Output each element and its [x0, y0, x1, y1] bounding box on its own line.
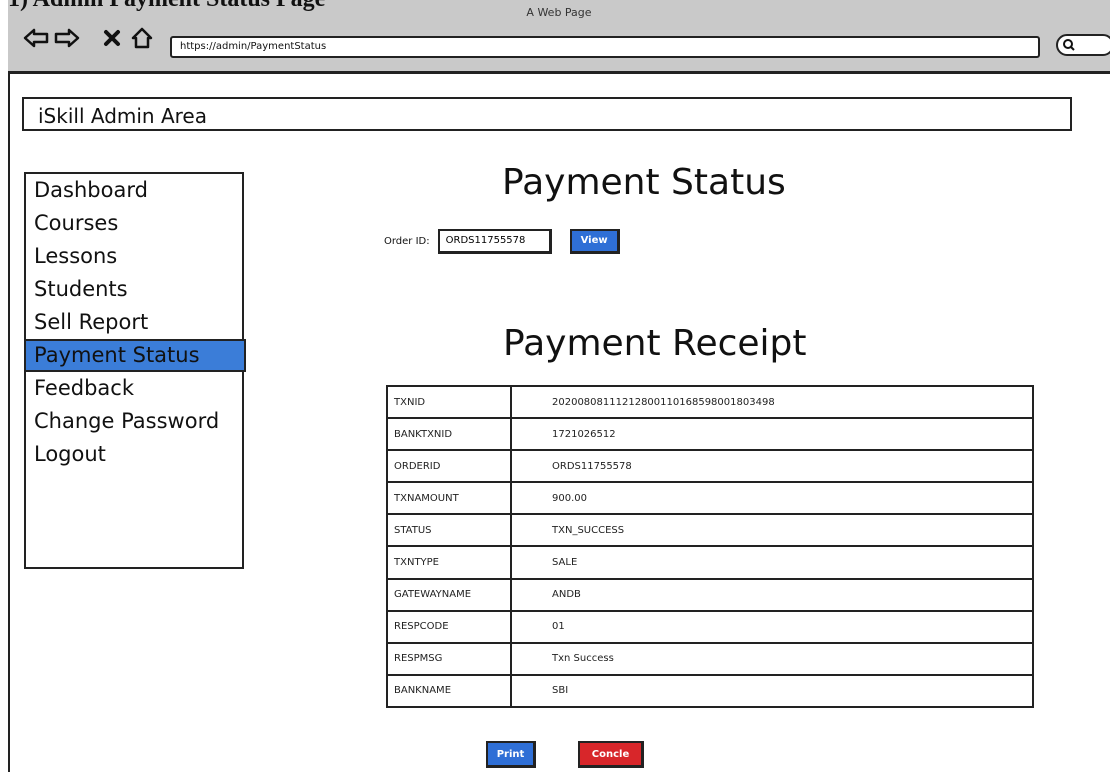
- sidebar-item-dashboard[interactable]: Dashboard: [26, 174, 242, 207]
- cancel-button[interactable]: Concle: [578, 741, 644, 768]
- receipt-key: GATEWAYNAME: [386, 577, 512, 612]
- print-button[interactable]: Print: [486, 741, 536, 768]
- sidebar-item-lessons[interactable]: Lessons: [26, 240, 242, 273]
- receipt-key: TXNID: [386, 384, 512, 420]
- table-row: GATEWAYNAME ANDB: [386, 577, 1034, 612]
- view-button[interactable]: View: [569, 228, 620, 254]
- sidebar-item-students[interactable]: Students: [26, 273, 242, 306]
- table-row: TXNID 20200808111212800110168598001803498: [386, 384, 1034, 420]
- receipt-key: STATUS: [386, 513, 512, 548]
- receipt-value: 900.00: [510, 481, 1034, 516]
- table-row: TXNTYPE SALE: [386, 545, 1034, 580]
- home-icon[interactable]: [130, 26, 154, 50]
- receipt-value: Txn Success: [510, 641, 1034, 676]
- url-bar[interactable]: https://admin/PaymentStatus: [170, 36, 1040, 58]
- receipt-key: TXNTYPE: [386, 545, 512, 580]
- payment-receipt-table: TXNID 20200808111212800110168598001803498…: [386, 384, 1034, 709]
- receipt-value: TXN_SUCCESS: [510, 513, 1034, 548]
- close-icon[interactable]: [102, 26, 122, 50]
- table-row: BANKTXNID 1721026512: [386, 417, 1034, 452]
- sidebar-item-courses[interactable]: Courses: [26, 207, 242, 240]
- table-row: BANKNAME SBI: [386, 673, 1034, 709]
- forward-arrow-icon[interactable]: [53, 26, 81, 50]
- sidebar-item-payment-status[interactable]: Payment Status: [24, 339, 246, 372]
- sidebar-item-logout[interactable]: Logout: [26, 438, 242, 471]
- receipt-key: RESPCODE: [386, 609, 512, 644]
- receipt-key: BANKNAME: [386, 673, 512, 709]
- order-id-input[interactable]: [437, 228, 552, 254]
- window-title: A Web Page: [526, 6, 592, 19]
- receipt-value: SALE: [510, 545, 1034, 580]
- receipt-value: 01: [510, 609, 1034, 644]
- receipt-value: ORDS11755578: [510, 449, 1034, 484]
- page-title: Payment Status: [502, 162, 786, 203]
- receipt-key: BANKTXNID: [386, 417, 512, 452]
- receipt-key: TXNAMOUNT: [386, 481, 512, 516]
- receipt-value: 1721026512: [510, 417, 1034, 452]
- table-row: TXNAMOUNT 900.00: [386, 481, 1034, 516]
- sidebar-item-change-password[interactable]: Change Password: [26, 405, 242, 438]
- receipt-value: 20200808111212800110168598001803498: [510, 384, 1034, 420]
- order-id-label: Order ID:: [384, 235, 430, 247]
- window-frame-edge: [8, 74, 10, 772]
- receipt-key: ORDERID: [386, 449, 512, 484]
- receipt-value: ANDB: [510, 577, 1034, 612]
- table-row: ORDERID ORDS11755578: [386, 449, 1034, 484]
- app-header: iSkill Admin Area: [22, 97, 1072, 131]
- table-row: STATUS TXN_SUCCESS: [386, 513, 1034, 548]
- order-search-row: Order ID: View: [384, 228, 620, 254]
- browser-chrome: 1) Admin Payment Status Page A Web Page …: [8, 0, 1110, 74]
- receipt-key: RESPMSG: [386, 641, 512, 676]
- app-title: iSkill Admin Area: [38, 104, 207, 128]
- back-arrow-icon[interactable]: [22, 26, 50, 50]
- receipt-value: SBI: [510, 673, 1034, 709]
- table-row: RESPCODE 01: [386, 609, 1034, 644]
- sidebar-item-sell-report[interactable]: Sell Report: [26, 306, 242, 339]
- sidebar: Dashboard Courses Lessons Students Sell …: [24, 172, 246, 569]
- search-icon: [1063, 39, 1075, 51]
- table-row: RESPMSG Txn Success: [386, 641, 1034, 676]
- receipt-title: Payment Receipt: [503, 323, 807, 364]
- sidebar-item-feedback[interactable]: Feedback: [26, 372, 242, 405]
- browser-search-button[interactable]: [1056, 34, 1110, 56]
